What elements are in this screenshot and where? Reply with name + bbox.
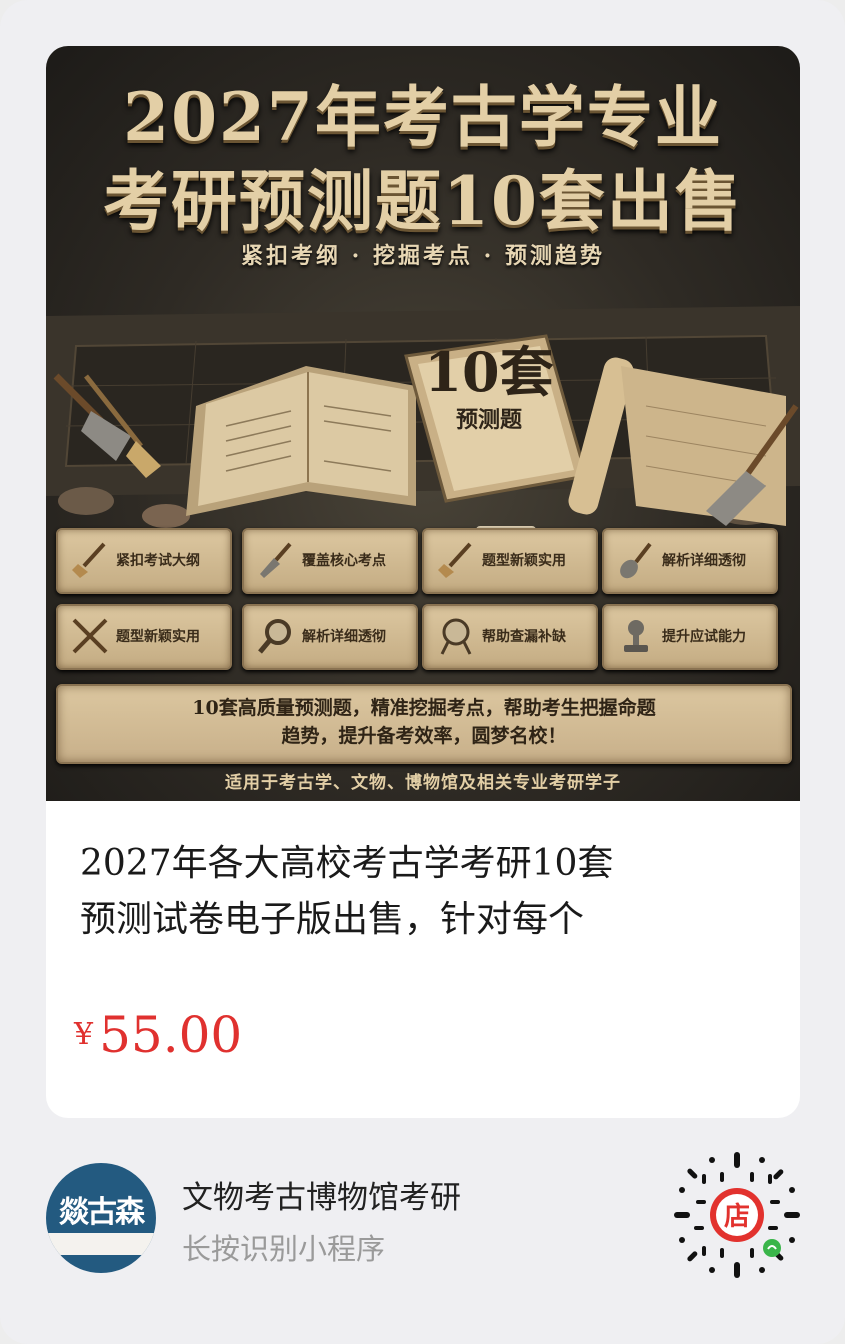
feature-tile-8: 提升应试能力 [602,604,778,670]
brush-icon [72,542,106,578]
feature-tile-7: 帮助查漏补缺 [422,604,598,670]
currency-symbol: ¥ [74,1017,94,1052]
feature-tile-2: 覆盖核心考点 [242,528,418,594]
product-title-line1: 2027年各大高校考古学考研10套 [80,843,614,884]
brush-icon [438,542,472,578]
product-price: ¥55.00 [74,1006,242,1064]
book-badge: 10套 预测题 [424,342,554,434]
avatar-text: 燚古森 [59,1195,145,1230]
shop-avatar[interactable]: 燚古森 [46,1163,156,1273]
book-badge-label: 预测题 [455,407,522,433]
poster-banner: 10套高质量预测题，精准挖掘考点，帮助考生把握命题 趋势，提升备考效率，圆梦名校… [56,684,792,764]
feature-label: 帮助查漏补缺 [482,629,566,645]
feature-tile-6: 解析详细透彻 [242,604,418,670]
share-card-background: 2027年考古学专业 考研预测题10套出售 紧扣考纲 · 挖掘考点 · 预测趋势 [0,0,845,1344]
feature-tile-4: 解析详细透彻 [602,528,778,594]
feature-tile-5: 题型新颖实用 [56,604,232,670]
feature-label: 解析详细透彻 [302,629,386,645]
feature-tile-3: 题型新颖实用 [422,528,598,594]
product-poster-image[interactable]: 2027年考古学专业 考研预测题10套出售 紧扣考纲 · 挖掘考点 · 预测趋势 [46,46,800,801]
long-press-hint: 长按识别小程序 [182,1232,386,1266]
excavation-scene-illustration [46,306,800,534]
feature-label: 提升应试能力 [662,629,746,645]
poster-title-line1: 2027年考古学专业 [123,78,723,156]
product-card[interactable]: 2027年考古学专业 考研预测题10套出售 紧扣考纲 · 挖掘考点 · 预测趋势 [46,46,800,1118]
poster-subtitle: 紧扣考纲 · 挖掘考点 · 预测趋势 [241,243,605,269]
mini-program-qr-code[interactable]: 店 [672,1150,802,1280]
feature-label: 题型新颖实用 [116,629,200,645]
feature-tile-1: 紧扣考试大纲 [56,528,232,594]
feature-label: 题型新颖实用 [482,553,566,569]
feature-label: 覆盖核心考点 [302,553,386,569]
qr-center-glyph: 店 [724,1202,750,1232]
product-title-line2: 预测试卷电子版出售，针对每个 [80,899,585,940]
trowel-icon [260,542,292,578]
shop-name[interactable]: 文物考古博物馆考研 [182,1172,461,1217]
magnifier-icon [258,619,291,654]
price-amount: 55.00 [99,1006,243,1064]
shovel-icon [620,542,652,579]
poster-footer: 适用于考古学、文物、博物馆及相关专业考研学子 [225,773,621,793]
feature-label: 解析详细透彻 [662,553,746,569]
avatar-band [46,1233,156,1255]
lens-stand-icon [440,618,472,655]
book-badge-count: 10套 [424,340,554,404]
banner-line2: 趋势，提升备考效率，圆梦名校！ [281,725,567,747]
product-title[interactable]: 2027年各大高校考古学考研10套 预测试卷电子版出售，针对每个 [80,836,770,948]
trophy-icon [624,620,648,652]
poster-title-line2: 考研预测题10套出售 [103,162,743,240]
banner-line1: 10套高质量预测题，精准挖掘考点，帮助考生把握命题 [192,697,656,719]
feature-label: 紧扣考试大纲 [116,553,200,569]
crossed-tools-icon [72,618,108,654]
